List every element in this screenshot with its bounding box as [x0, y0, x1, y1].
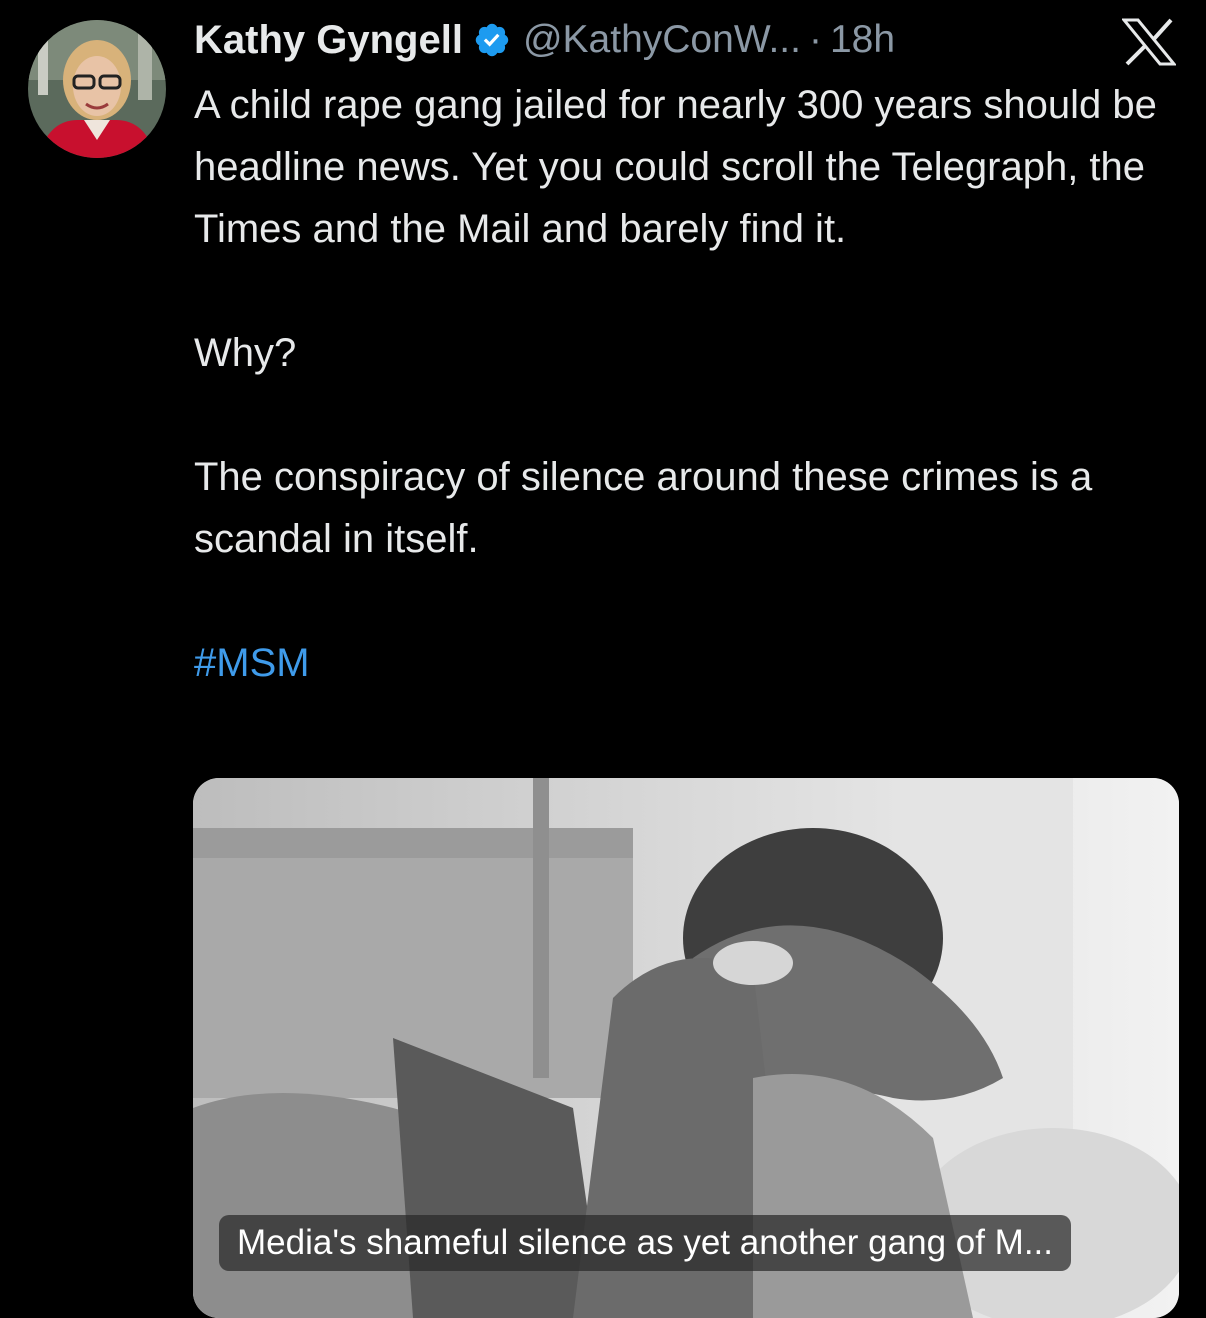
link-card-title[interactable]: Media's shameful silence as yet another …: [219, 1215, 1072, 1271]
x-logo-icon: [1120, 18, 1178, 66]
avatar[interactable]: [28, 20, 166, 158]
author-handle[interactable]: @KathyConW...: [523, 18, 801, 62]
hashtag-link[interactable]: #MSM: [194, 641, 310, 685]
timestamp[interactable]: 18h: [830, 18, 895, 62]
tweet-text: A child rape gang jailed for nearly 300 …: [194, 74, 1184, 694]
profile-photo-icon: [28, 20, 166, 158]
tweet-paragraph: Why?: [194, 331, 297, 375]
tweet-paragraph: The conspiracy of silence around these c…: [194, 455, 1093, 561]
tweet-header: Kathy Gyngell @KathyConW... · 18h: [194, 12, 895, 68]
tweet[interactable]: Kathy Gyngell @KathyConW... · 18h A chil…: [0, 0, 1206, 1318]
separator-dot: ·: [808, 18, 822, 61]
tweet-paragraph: A child rape gang jailed for nearly 300 …: [194, 83, 1157, 251]
author-name[interactable]: Kathy Gyngell: [194, 18, 463, 63]
verified-badge-icon: [473, 21, 511, 59]
